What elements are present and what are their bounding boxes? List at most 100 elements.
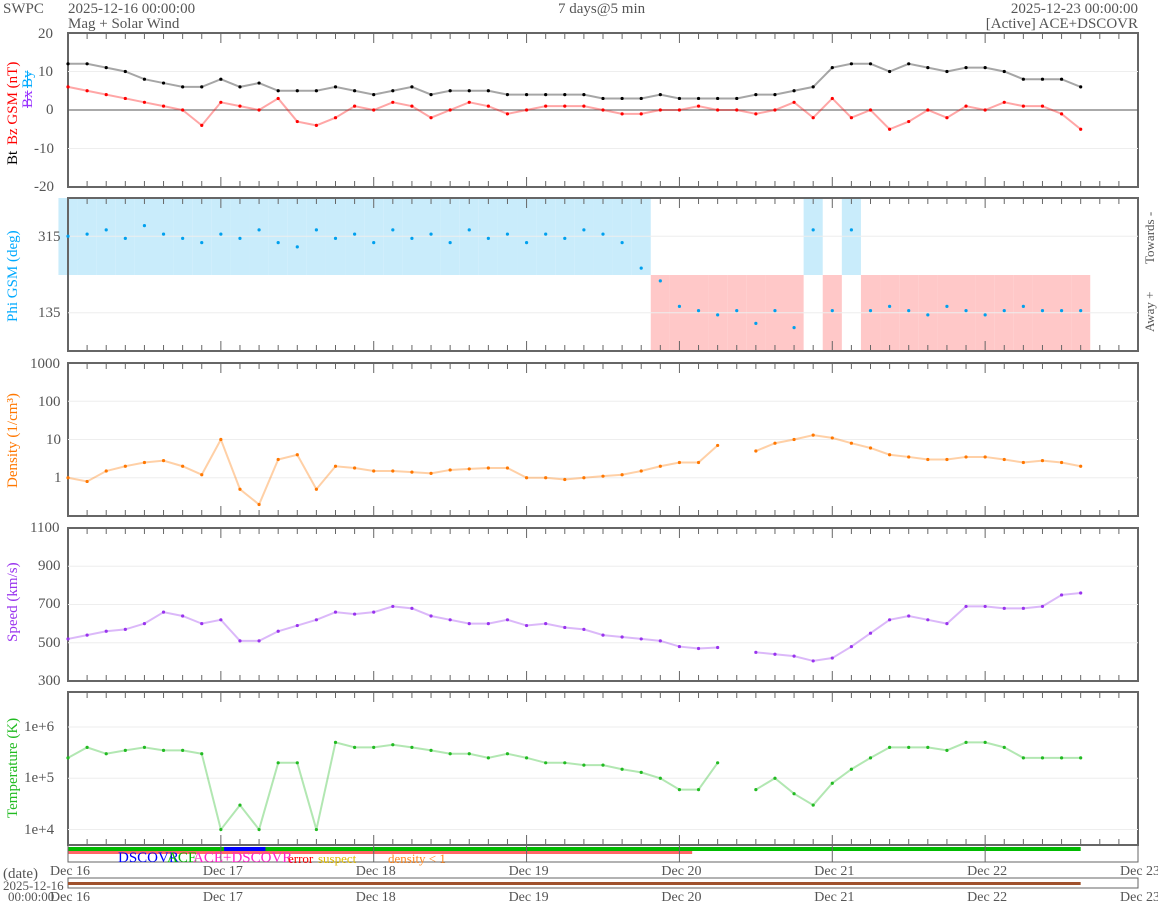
- phi-point: [123, 236, 127, 240]
- panel-4: [67, 691, 1139, 846]
- ytick: 1e+4: [24, 822, 55, 838]
- phi-point: [410, 236, 414, 240]
- phi-point: [372, 241, 376, 245]
- ytick: 1: [54, 470, 62, 486]
- phi-point: [85, 232, 89, 236]
- timebar-date-tick: Dec 20: [661, 890, 702, 905]
- ytick: 1000: [30, 356, 60, 372]
- timebar-date-tick: Dec 21: [814, 890, 855, 905]
- phi-point: [505, 232, 510, 236]
- time-range-bar[interactable]: [68, 882, 1081, 885]
- phi-point: [391, 228, 395, 232]
- timebar-date-tick: Dec 22: [967, 890, 1008, 905]
- date-tick: Dec 16: [50, 864, 91, 879]
- phi-point: [1002, 309, 1006, 313]
- time-span[interactable]: 7 days@5 min: [558, 2, 645, 17]
- phi-point: [868, 309, 873, 313]
- phi-point: [544, 232, 548, 236]
- phi-point: [353, 232, 357, 236]
- temperature-line: [67, 741, 719, 832]
- phi-point: [200, 241, 204, 245]
- speed-label: Speed (km/s): [5, 562, 21, 642]
- phi-point: [448, 241, 452, 245]
- phi-point: [811, 228, 815, 232]
- phi-point: [563, 236, 567, 240]
- phi-point: [66, 234, 70, 238]
- ytick: 10: [38, 64, 53, 80]
- ytick: -10: [34, 141, 54, 157]
- date-tick: Dec 20: [661, 864, 702, 879]
- ytick: 1100: [30, 520, 60, 536]
- phi-point: [333, 236, 338, 240]
- timebar-date-tick: Dec 23: [1120, 890, 1158, 905]
- product-title: Mag + Solar Wind: [68, 16, 180, 32]
- phi-point: [696, 309, 701, 313]
- brand-label: SWPC: [3, 1, 44, 17]
- ytick: 300: [38, 673, 61, 689]
- bz-line: [67, 85, 1082, 131]
- phi-point: [276, 241, 280, 245]
- start-time: 2025-12-16 00:00:00: [68, 1, 196, 17]
- source-status[interactable]: [Active] ACE+DSCOVR: [986, 17, 1138, 32]
- ytick: 500: [38, 635, 61, 651]
- legend-error: error: [288, 851, 314, 866]
- ytick: 0: [46, 102, 54, 118]
- date-tick: Dec 22: [967, 864, 1008, 879]
- phi-point: [181, 236, 185, 240]
- range-start-clock: 00:00:00: [8, 889, 55, 904]
- phi-point: [104, 228, 108, 232]
- phi-point: [524, 241, 529, 245]
- phi-point: [735, 309, 739, 313]
- phi-point: [142, 224, 147, 228]
- density-line: [67, 437, 719, 507]
- bt-label[interactable]: Bt: [5, 151, 22, 165]
- ytick: 700: [38, 596, 61, 612]
- phi-point: [830, 309, 834, 313]
- phi-point: [888, 304, 892, 308]
- phi-point: [486, 236, 490, 240]
- phi-point: [1021, 304, 1025, 308]
- date-tick: Dec 19: [508, 864, 549, 879]
- bx-label[interactable]: Bx: [20, 90, 37, 108]
- phi-point: [161, 232, 166, 236]
- towards-label: Towards -: [1142, 211, 1157, 264]
- end-time: 2025-12-23 00:00:00: [1010, 1, 1138, 17]
- timebar-date-tick: Dec 18: [355, 890, 396, 905]
- phi-point: [849, 228, 853, 232]
- phi-point: [1079, 309, 1083, 313]
- phi-point: [716, 313, 720, 317]
- ytick: 1e+5: [24, 770, 55, 786]
- phi-point: [677, 304, 682, 308]
- phi-point: [601, 232, 605, 236]
- timebar-date-tick: Dec 16: [50, 890, 91, 905]
- legend-suspect: suspect: [318, 851, 357, 866]
- phi-point: [907, 309, 911, 313]
- phi-point: [1059, 309, 1064, 313]
- phi-point: [754, 321, 758, 325]
- phi-point: [467, 228, 471, 232]
- speed-line: [755, 592, 1081, 662]
- speed-line: [67, 605, 718, 650]
- timebar-date-tick: Dec 17: [202, 890, 243, 905]
- phi-point: [238, 236, 242, 240]
- phi-point: [926, 313, 930, 317]
- date-tick: Dec 18: [355, 864, 396, 879]
- away-label: Away +: [1142, 291, 1157, 332]
- ytick: 315: [38, 229, 61, 245]
- bt-line: [68, 62, 1082, 100]
- phi-label: Phi GSM (deg): [5, 230, 21, 322]
- phi-point: [257, 228, 261, 232]
- phi-point: [314, 228, 318, 232]
- temperature-label: Temperature (K): [5, 717, 21, 818]
- phi-point: [658, 279, 662, 283]
- phi-point: [639, 266, 643, 270]
- phi-point: [295, 245, 299, 249]
- phi-point: [773, 309, 777, 313]
- phi-point: [1040, 309, 1045, 313]
- timebar-date-tick: Dec 19: [508, 890, 549, 905]
- temperature-line: [755, 741, 1081, 807]
- by-label[interactable]: By: [20, 70, 37, 88]
- ytick: 20: [38, 26, 53, 42]
- phi-point: [620, 241, 624, 245]
- legend-density-lt1: density < 1: [388, 851, 446, 866]
